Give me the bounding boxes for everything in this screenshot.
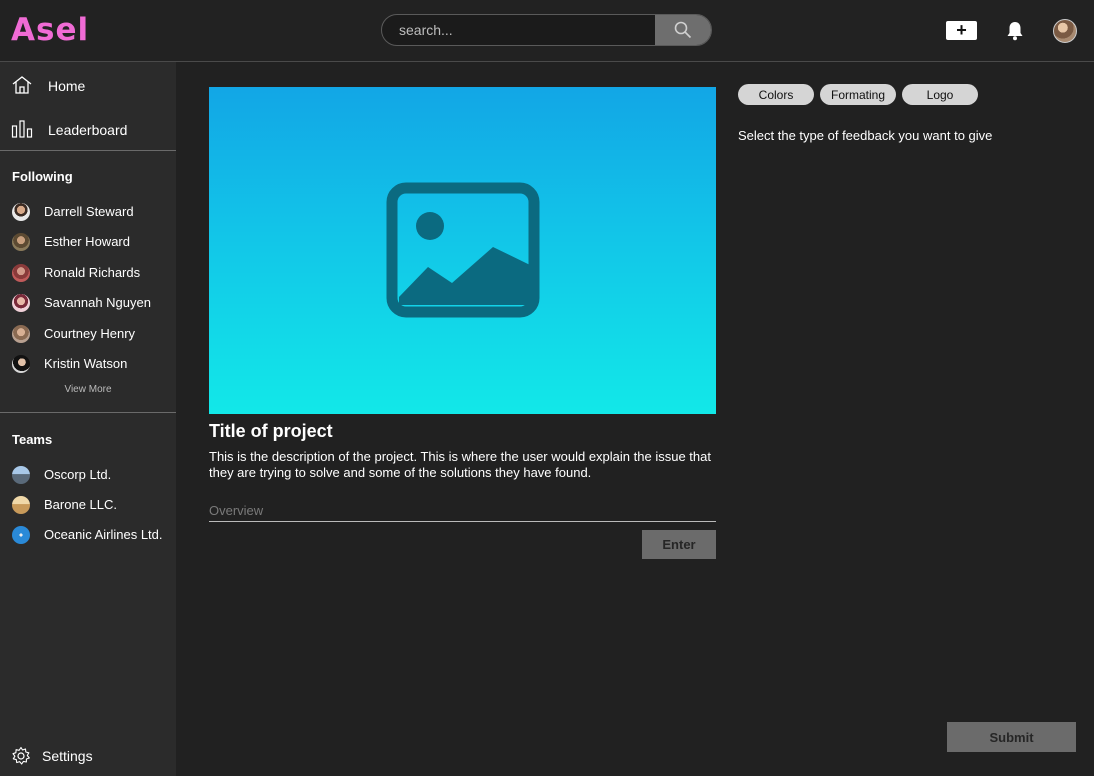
sidebar-item-label: Home — [48, 78, 86, 94]
home-icon — [12, 76, 32, 94]
team-logo — [12, 496, 30, 514]
following-name: Kristin Watson — [44, 356, 128, 371]
submit-button[interactable]: Submit — [947, 722, 1076, 752]
avatar — [12, 325, 30, 343]
divider — [0, 150, 176, 151]
user-avatar[interactable] — [1053, 19, 1077, 43]
plus-icon: + — [956, 20, 967, 40]
bell-icon — [1007, 22, 1023, 41]
search-button[interactable] — [655, 15, 711, 45]
teams-section-title: Teams — [12, 432, 53, 447]
following-item[interactable]: Ronald Richards — [0, 260, 176, 286]
following-name: Esther Howard — [44, 234, 130, 249]
project-description: This is the description of the project. … — [209, 449, 711, 480]
divider — [0, 412, 176, 413]
feedback-chip-formatting[interactable]: Formating — [820, 84, 896, 105]
following-name: Courtney Henry — [44, 326, 136, 341]
following-item[interactable]: Kristin Watson — [0, 351, 176, 377]
enter-button[interactable]: Enter — [642, 530, 716, 559]
gear-icon — [12, 746, 30, 765]
team-name: Oscorp Ltd. — [44, 467, 112, 482]
following-item[interactable]: Courtney Henry — [0, 321, 176, 347]
following-section-title: Following — [12, 169, 73, 184]
notifications-button[interactable] — [1005, 20, 1025, 46]
following-item[interactable]: Darrell Steward — [0, 199, 176, 225]
overview-input[interactable] — [209, 500, 716, 522]
team-name: Barone LLC. — [44, 497, 117, 512]
feedback-chip-logo[interactable]: Logo — [902, 84, 978, 105]
following-name: Darrell Steward — [44, 204, 134, 219]
following-item[interactable]: Savannah Nguyen — [0, 290, 176, 316]
bar-chart-icon — [11, 120, 33, 138]
sidebar-item-leaderboard[interactable]: Leaderboard — [0, 110, 176, 150]
team-item[interactable]: Oceanic Airlines Ltd. — [0, 522, 176, 548]
team-name: Oceanic Airlines Ltd. — [44, 527, 163, 542]
sidebar-item-label: Settings — [42, 748, 93, 764]
avatar — [12, 203, 30, 221]
project-image — [209, 87, 716, 414]
feedback-instruction: Select the type of feedback you want to … — [738, 128, 993, 143]
sidebar: Home Leaderboard Following Darrell Stewa… — [0, 62, 176, 776]
avatar — [12, 294, 30, 312]
avatar — [12, 233, 30, 251]
team-logo — [12, 466, 30, 484]
view-more-link[interactable]: View More — [0, 384, 176, 395]
search-bar — [381, 14, 712, 46]
app-logo[interactable]: Asel — [11, 12, 89, 48]
following-name: Savannah Nguyen — [44, 295, 151, 310]
sidebar-item-label: Leaderboard — [48, 122, 128, 138]
team-item[interactable]: Barone LLC. — [0, 492, 176, 518]
add-project-button[interactable]: + — [946, 21, 977, 40]
team-logo — [12, 526, 30, 544]
search-icon — [674, 21, 692, 39]
project-title: Title of project — [209, 421, 333, 441]
image-placeholder-icon — [386, 182, 540, 318]
following-item[interactable]: Esther Howard — [0, 229, 176, 255]
avatar — [12, 264, 30, 282]
sidebar-item-home[interactable]: Home — [0, 66, 176, 106]
avatar — [12, 355, 30, 373]
feedback-chip-colors[interactable]: Colors — [738, 84, 814, 105]
following-name: Ronald Richards — [44, 265, 141, 280]
search-input[interactable] — [382, 15, 657, 45]
top-bar: Asel + — [0, 0, 1094, 62]
sidebar-item-settings[interactable]: Settings — [0, 736, 176, 776]
team-item[interactable]: Oscorp Ltd. — [0, 462, 176, 488]
